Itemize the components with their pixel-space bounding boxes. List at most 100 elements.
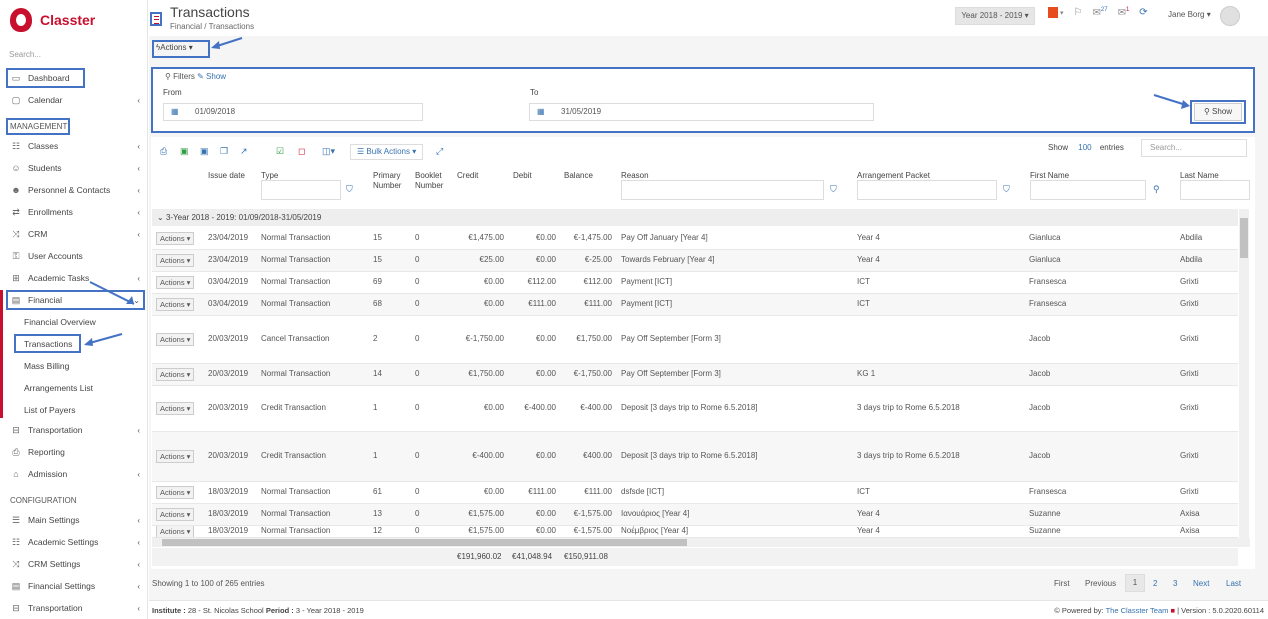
sidebar-item-classes[interactable]: ☷ Classes ‹ xyxy=(10,138,142,154)
sidebar-item-enrollments[interactable]: ⇄ Enrollments ‹ xyxy=(10,204,142,220)
sidebar-item-financial-settings[interactable]: ▤ Financial Settings ‹ xyxy=(10,578,142,594)
first-name-filter-input[interactable] xyxy=(1030,180,1146,200)
sidebar-item-reporting[interactable]: ⎙ Reporting xyxy=(10,444,142,460)
row-actions-button[interactable]: Actions ▾ xyxy=(156,508,195,521)
table-row[interactable]: Actions ▾ 20/03/2019 Credit Transaction 1 0 €… xyxy=(152,432,1238,482)
table-row[interactable]: Actions ▾ 03/04/2019 Normal Transaction 68 0… xyxy=(152,294,1238,316)
sidebar-item-main-settings[interactable]: ☰ Main Settings ‹ xyxy=(10,512,142,528)
vertical-scroll-thumb[interactable] xyxy=(1240,218,1248,258)
sidebar-item-academic-settings[interactable]: ☷ Academic Settings ‹ xyxy=(10,534,142,550)
type-filter-input[interactable] xyxy=(261,180,341,200)
uncheck-all-icon[interactable]: ◻ xyxy=(298,146,305,157)
search-icon[interactable]: ⚲ xyxy=(1153,184,1160,195)
from-date-input[interactable]: ▦ 01/09/2018 xyxy=(163,103,423,121)
horizontal-scroll-thumb[interactable] xyxy=(162,539,687,546)
row-actions-button[interactable]: Actions ▾ xyxy=(156,333,195,346)
row-actions-button[interactable]: Actions ▾ xyxy=(156,298,195,311)
col-debit[interactable]: Debit xyxy=(513,171,532,181)
table-row[interactable]: Actions ▾ 20/03/2019 Cancel Transaction 2 0 €… xyxy=(152,316,1238,364)
notifications-icon[interactable]: ✉1 xyxy=(1118,7,1130,18)
entries-select[interactable]: 100 xyxy=(1078,143,1091,152)
export-icon[interactable]: ↗ xyxy=(240,146,248,157)
table-row[interactable]: Actions ▾ 20/03/2019 Normal Transaction 14 0… xyxy=(152,364,1238,386)
cell-packet: 3 days trip to Rome 6.5.2018 xyxy=(857,403,960,412)
classter-team-link[interactable]: The Classter Team xyxy=(1106,606,1169,615)
table-row[interactable]: Actions ▾ 18/03/2019 Normal Transaction 13 0… xyxy=(152,504,1238,526)
annotation-arrow-financial xyxy=(89,281,135,305)
sidebar-item-personnel[interactable]: ☻ Personnel & Contacts ‹ xyxy=(10,182,142,198)
brand-logo[interactable]: Classter xyxy=(10,8,95,32)
packet-filter-input[interactable] xyxy=(857,180,997,200)
row-actions-button[interactable]: Actions ▾ xyxy=(156,450,195,463)
table-row[interactable]: Actions ▾ 18/03/2019 Normal Transaction 12 0… xyxy=(152,526,1238,538)
filters-show-link[interactable]: ✎ Show xyxy=(197,72,226,81)
row-actions-button[interactable]: Actions ▾ xyxy=(156,486,195,499)
col-balance[interactable]: Balance xyxy=(564,171,593,181)
vertical-scrollbar[interactable] xyxy=(1239,209,1249,541)
menu-toggle-icon[interactable] xyxy=(150,12,162,26)
table-row[interactable]: Actions ▾ 23/04/2019 Normal Transaction 15 0… xyxy=(152,250,1238,272)
pager-next[interactable]: Next xyxy=(1193,579,1209,588)
pager-page-3[interactable]: 3 xyxy=(1173,579,1177,588)
columns-icon[interactable]: ◫▾ xyxy=(322,146,335,157)
sidebar-item-crm[interactable]: ⤨ CRM ‹ xyxy=(10,226,142,242)
sync-icon[interactable]: ⟳ xyxy=(1139,7,1147,18)
col-credit[interactable]: Credit xyxy=(457,171,478,181)
sidebar-sub-list-of-payers[interactable]: List of Payers xyxy=(24,405,76,415)
expand-icon[interactable]: ⤢ xyxy=(436,146,443,157)
row-actions-button[interactable]: Actions ▾ xyxy=(156,368,195,381)
table-row[interactable]: Actions ▾ 03/04/2019 Normal Transaction 69 0… xyxy=(152,272,1238,294)
sidebar-item-students[interactable]: ☺ Students ‹ xyxy=(10,160,142,176)
print-icon[interactable]: ⎙ xyxy=(160,146,167,157)
avatar[interactable] xyxy=(1220,6,1240,26)
excel-icon[interactable]: ▣ xyxy=(180,146,189,157)
to-date-input[interactable]: ▦ 31/05/2019 xyxy=(529,103,874,121)
brand-name: Classter xyxy=(40,12,96,28)
pager-previous[interactable]: Previous xyxy=(1085,579,1116,588)
row-actions-button[interactable]: Actions ▾ xyxy=(156,402,195,415)
row-actions-button[interactable]: Actions ▾ xyxy=(156,254,195,267)
col-booklet-number[interactable]: Booklet Number xyxy=(415,171,443,191)
sidebar-item-transportation-config[interactable]: ⊟ Transportation ‹ xyxy=(10,600,142,616)
col-primary-number[interactable]: Primary Number xyxy=(373,171,401,191)
table-row[interactable]: Actions ▾ 20/03/2019 Credit Transaction 1 0 €… xyxy=(152,386,1238,432)
table-search-input[interactable]: Search... xyxy=(1141,139,1247,157)
year-selector[interactable]: Year 2018 - 2019 ▾ xyxy=(955,7,1035,25)
sidebar-item-crm-settings[interactable]: ⤨ CRM Settings ‹ xyxy=(10,556,142,572)
sidebar-item-calendar[interactable]: ▢ Calendar ‹ xyxy=(10,92,142,108)
filter-icon[interactable]: ⛉ xyxy=(830,184,837,195)
row-actions-button[interactable]: Actions ▾ xyxy=(156,526,195,537)
messages-icon[interactable]: ✉27 xyxy=(1092,7,1107,18)
breadcrumb-financial[interactable]: Financial xyxy=(170,22,202,31)
sidebar-sub-arrangements-list[interactable]: Arrangements List xyxy=(24,383,93,393)
table-row[interactable]: Actions ▾ 18/03/2019 Normal Transaction 61 0… xyxy=(152,482,1238,504)
sidebar-item-admission[interactable]: ⌂ Admission ‹ xyxy=(10,466,142,482)
user-menu[interactable]: Jane Borg ▾ xyxy=(1168,10,1211,19)
sidebar-item-user-accounts[interactable]: ⚿ User Accounts xyxy=(10,248,142,264)
reason-filter-input[interactable] xyxy=(621,180,824,200)
last-name-filter-input[interactable] xyxy=(1180,180,1250,200)
col-issue-date[interactable]: Issue date xyxy=(208,171,245,181)
row-actions-button[interactable]: Actions ▾ xyxy=(156,232,195,245)
bulk-actions-dropdown[interactable]: ☰ Bulk Actions ▾ xyxy=(350,144,424,160)
copy-icon[interactable]: ❐ xyxy=(220,146,228,157)
pager-page-1[interactable]: 1 xyxy=(1125,574,1145,592)
sidebar-search-input[interactable]: Search... xyxy=(9,50,41,59)
table-icon: ⊞ xyxy=(12,272,20,283)
filter-icon[interactable]: ⛉ xyxy=(1003,184,1010,195)
group-row-year[interactable]: ⌄ 3-Year 2018 - 2019: 01/09/2018-31/05/2… xyxy=(152,209,1238,226)
sidebar-sub-mass-billing[interactable]: Mass Billing xyxy=(24,361,69,371)
table-row[interactable]: Actions ▾ 23/04/2019 Normal Transaction 15 0… xyxy=(152,228,1238,250)
office-icon[interactable] xyxy=(1048,7,1058,19)
pager-last[interactable]: Last xyxy=(1226,579,1241,588)
row-actions-button[interactable]: Actions ▾ xyxy=(156,276,195,289)
check-all-icon[interactable]: ☑ xyxy=(276,146,284,157)
pager-page-2[interactable]: 2 xyxy=(1153,579,1157,588)
word-icon[interactable]: ▣ xyxy=(200,146,209,157)
sidebar-sub-financial-overview[interactable]: Financial Overview xyxy=(24,317,96,327)
sidebar-item-transportation[interactable]: ⊟ Transportation ‹ xyxy=(10,422,142,438)
flag-icon[interactable]: ⚐ xyxy=(1074,7,1083,18)
pager-first[interactable]: First xyxy=(1054,579,1070,588)
breadcrumb-transactions: Transactions xyxy=(208,22,255,31)
filter-icon[interactable]: ⛉ xyxy=(346,184,353,195)
